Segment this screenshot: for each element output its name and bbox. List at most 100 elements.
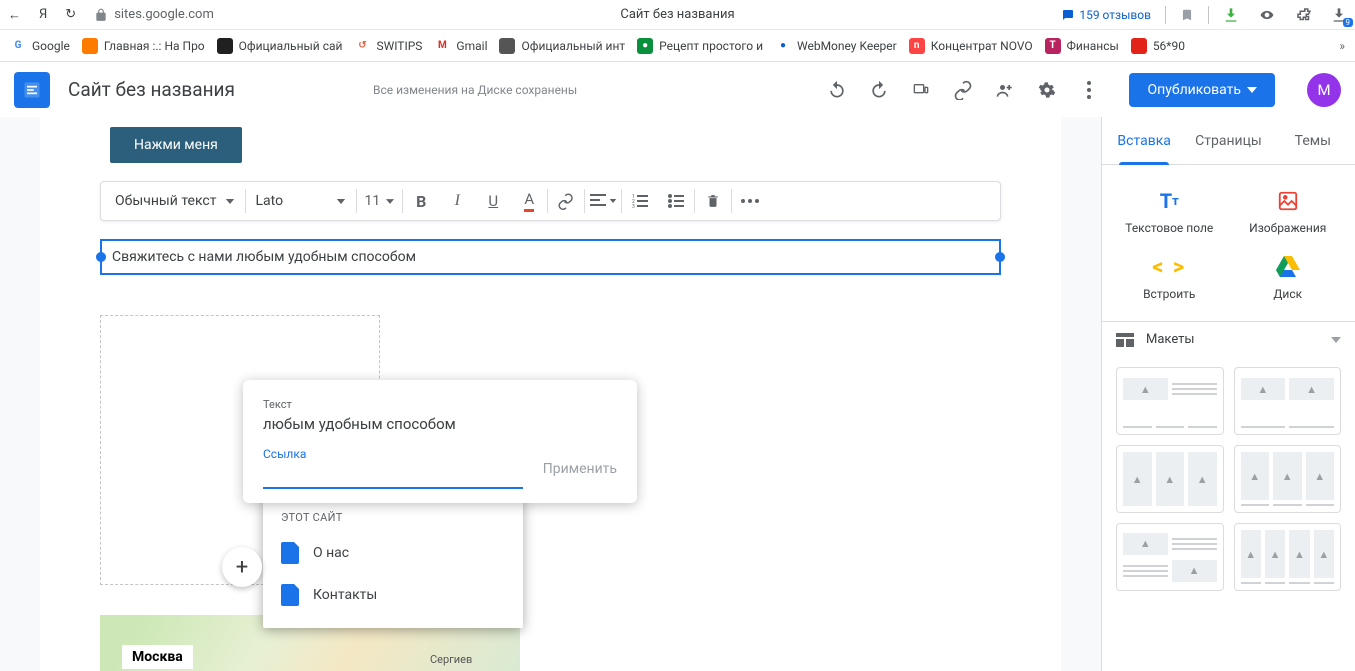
link-icon[interactable] [953, 80, 973, 100]
tab-pages[interactable]: Страницы [1186, 117, 1270, 164]
layout-option[interactable]: ▲ [1116, 367, 1224, 435]
selected-text-block[interactable]: Свяжитесь с нами любым удобным способом [100, 239, 1001, 275]
avatar[interactable]: M [1307, 73, 1341, 107]
resize-handle-right[interactable] [995, 252, 1005, 262]
site-title[interactable]: Сайт без названия [68, 78, 235, 101]
link-suggestions-dropdown: ЭТОТ САЙТ О нас Контакты [263, 495, 523, 628]
extension-icon[interactable] [1295, 6, 1313, 24]
editor-canvas[interactable]: Нажми меня Обычный текст Lato 11 B [0, 117, 1101, 671]
delete-button[interactable] [695, 182, 731, 220]
insert-embed[interactable]: < > Встроить [1110, 245, 1229, 311]
layout-option[interactable]: ▲▲▲ [1116, 445, 1224, 513]
link-url-input[interactable] [263, 463, 523, 489]
map-block[interactable]: Москва Сергиев [100, 615, 1001, 671]
bookmark-item[interactable]: ●Рецепт простого и [637, 38, 763, 54]
text-color-button[interactable]: A [511, 182, 547, 220]
text-style-select[interactable]: Обычный текст [105, 182, 245, 220]
suggestion-item[interactable]: О нас [263, 532, 523, 574]
share-icon[interactable] [995, 80, 1015, 100]
reviews-link[interactable]: 159 отзывов [1061, 8, 1151, 22]
nav-back-icon[interactable]: ← [8, 7, 21, 23]
suggestion-category: ЭТОТ САЙТ [263, 507, 523, 532]
text-field-value[interactable]: любым удобным способом [263, 415, 617, 433]
browser-toolbar: ← Я ↻ sites.google.com Сайт без названия… [0, 0, 1355, 30]
drive-icon [1276, 255, 1300, 279]
add-section-button[interactable]: + [222, 547, 262, 587]
bookmark-item[interactable]: GGoogle [10, 38, 70, 54]
more-options-button[interactable] [732, 182, 768, 220]
tab-themes[interactable]: Темы [1271, 117, 1355, 164]
embed-icon: < > [1152, 255, 1186, 279]
sites-logo-icon[interactable] [14, 72, 50, 108]
chevron-down-icon [1247, 87, 1257, 93]
bookmark-item[interactable]: ●WebMoney Keeper [775, 38, 897, 54]
layouts-header[interactable]: Макеты [1102, 321, 1355, 357]
bookmark-item[interactable]: Главная :.: На Про [82, 38, 205, 54]
app-header: Сайт без названия Все изменения на Диске… [0, 62, 1355, 117]
settings-icon[interactable] [1037, 80, 1057, 100]
bookmarks-bar: GGoogle Главная :.: На Про Официальный сай… [0, 30, 1355, 62]
layout-option[interactable]: ▲▲ [1116, 523, 1224, 591]
layout-option[interactable]: ▲▲▲▲ [1234, 523, 1342, 591]
publish-button[interactable]: Опубликовать [1129, 73, 1275, 107]
chevron-down-icon [225, 199, 235, 204]
text-box-icon: Tт [1160, 189, 1179, 213]
downloads-badge[interactable] [1331, 7, 1347, 23]
suggestion-item[interactable]: Контакты [263, 574, 523, 616]
tab-title: Сайт без названия [620, 7, 734, 22]
insert-image[interactable]: Изображения [1229, 179, 1348, 245]
bulleted-list-button[interactable] [658, 182, 694, 220]
bookmark-icon[interactable] [1180, 7, 1194, 23]
page-icon [281, 584, 299, 606]
bookmark-item[interactable]: nКонцентрат NOVO [909, 38, 1033, 54]
preview-icon[interactable] [911, 80, 931, 100]
tab-insert[interactable]: Вставка [1102, 117, 1186, 164]
link-editor-popup: Текст любым удобным способом Ссылка Прим… [243, 380, 637, 503]
bookmark-item[interactable]: Официальный инт [499, 38, 625, 54]
italic-button[interactable]: I [439, 182, 475, 220]
resize-handle-left[interactable] [96, 252, 106, 262]
eye-icon[interactable] [1257, 8, 1277, 22]
reload-icon[interactable]: ↻ [65, 7, 76, 22]
bookmark-item[interactable]: ↺SWITIPS [354, 38, 422, 54]
bookmark-item[interactable]: MGmail [434, 38, 487, 54]
redo-icon[interactable] [869, 80, 889, 100]
apply-button[interactable]: Применить [543, 461, 617, 477]
font-size-select[interactable]: 11 [357, 182, 403, 220]
yandex-icon[interactable]: Я [39, 7, 47, 22]
bookmark-item[interactable]: Официальный сай [217, 38, 343, 54]
page-icon [281, 542, 299, 564]
insert-text-box[interactable]: Tт Текстовое поле [1110, 179, 1229, 245]
align-button[interactable] [585, 182, 621, 220]
map-city-label-2: Сергиев [430, 653, 472, 666]
layout-option[interactable]: ▲▲ [1234, 367, 1342, 435]
layouts-grid: ▲ ▲▲ ▲▲▲ ▲▲▲ ▲▲ ▲▲▲▲ [1102, 357, 1355, 601]
save-status: Все изменения на Диске сохранены [373, 83, 577, 97]
side-panel: Вставка Страницы Темы Tт Текстовое поле … [1101, 117, 1355, 671]
map-city-label: Москва [122, 645, 193, 669]
font-select[interactable]: Lato [246, 182, 356, 220]
text-toolbar: Обычный текст Lato 11 B I U A [100, 181, 1001, 221]
layout-option[interactable]: ▲▲▲ [1234, 445, 1342, 513]
lock-icon [94, 8, 108, 22]
address-bar[interactable]: sites.google.com [94, 7, 214, 22]
chevron-down-icon [1331, 337, 1341, 343]
underline-button[interactable]: U [475, 182, 511, 220]
cta-button[interactable]: Нажми меня [110, 127, 242, 163]
bookmarks-overflow-icon[interactable]: » [1339, 39, 1345, 53]
insert-drive[interactable]: Диск [1229, 245, 1348, 311]
download-icon[interactable] [1223, 7, 1239, 23]
chevron-down-icon [386, 199, 394, 204]
link-field-label: Ссылка [263, 447, 617, 461]
image-icon [1277, 189, 1299, 213]
undo-icon[interactable] [827, 80, 847, 100]
svg-text:3: 3 [632, 204, 635, 208]
bookmark-item[interactable]: 56*90 [1131, 38, 1185, 54]
more-icon[interactable] [1079, 80, 1099, 100]
bookmark-item[interactable]: TФинансы [1045, 38, 1119, 54]
bold-button[interactable]: B [403, 182, 439, 220]
text-field-label: Текст [263, 398, 617, 411]
comment-icon [1061, 9, 1075, 21]
numbered-list-button[interactable]: 123 [622, 182, 658, 220]
insert-link-button[interactable] [548, 182, 584, 220]
